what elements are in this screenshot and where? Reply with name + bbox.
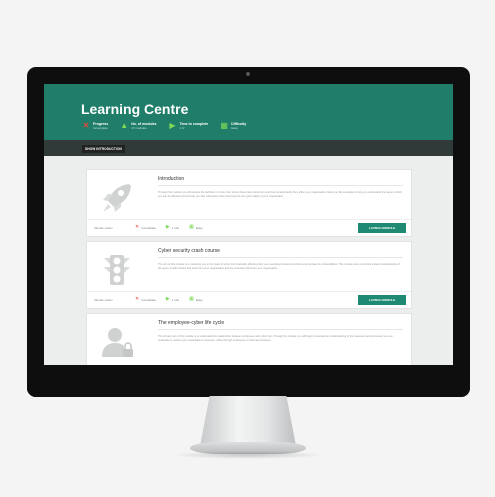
module-footer: Module status ✕ Incomplete ▶ 1 min ▦ Easy L… xyxy=(87,219,411,236)
stats-bar: ✕ Progress Incomplete ▲ No. of modules 1… xyxy=(82,121,247,131)
status-text: Easy xyxy=(195,297,203,302)
module-card: The employee-cyber life cycle The primar… xyxy=(86,313,412,365)
page-header: Learning Centre ✕ Progress Incomplete ▲ … xyxy=(44,84,453,140)
status-text: 1 min xyxy=(171,297,180,302)
module-footer: Module status ✕ Incomplete ▶ 1 min ▦ Easy L… xyxy=(87,291,411,308)
module-status-label: Module status xyxy=(94,298,113,302)
x-icon: ✕ xyxy=(135,224,140,230)
status-difficulty: ▦ Easy xyxy=(189,225,202,230)
difficulty-icon: ▦ xyxy=(189,296,194,302)
status-progress: ✕ Incomplete xyxy=(135,225,156,230)
stand-shadow xyxy=(170,451,326,459)
clock-icon: ▶ xyxy=(169,121,176,130)
divider xyxy=(158,257,403,258)
stat-value: 1 hr xyxy=(179,126,185,130)
show-introduction-button[interactable]: SHOW INTRODUCTION xyxy=(82,145,125,153)
divider xyxy=(158,329,403,330)
divider xyxy=(158,185,403,186)
camera-icon xyxy=(246,72,250,76)
module-title: The employee-cyber life cycle xyxy=(158,320,225,326)
module-title: Cyber security crash course xyxy=(158,248,220,254)
module-description: Through this module you will explore the… xyxy=(158,191,403,198)
status-items: ✕ Incomplete ▶ 1 min ▦ Easy xyxy=(135,297,203,302)
difficulty-icon: ▦ xyxy=(220,121,228,130)
stat-value: Incomplete xyxy=(93,126,108,130)
monitor-chin xyxy=(27,382,470,397)
module-card: Introduction Through this module you wil… xyxy=(86,169,412,237)
status-time: ▶ 1 min xyxy=(166,297,179,302)
difficulty-icon: ▦ xyxy=(189,224,194,230)
monitor-stand xyxy=(200,396,296,446)
module-card: Cyber security crash course The aim of t… xyxy=(86,241,412,309)
traffic-light-icon xyxy=(104,255,130,285)
launch-module-button[interactable]: LAUNCH MODULE xyxy=(358,223,406,233)
status-difficulty: ▦ Easy xyxy=(189,297,202,302)
status-progress: ✕ Incomplete xyxy=(135,297,156,302)
module-description: The aim of this module is to introduce y… xyxy=(158,263,400,270)
status-items: ✕ Incomplete ▶ 1 min ▦ Easy xyxy=(135,225,203,230)
status-text: 1 min xyxy=(171,225,180,230)
x-icon: ✕ xyxy=(135,296,140,302)
page-title: Learning Centre xyxy=(81,101,189,117)
user-lock-icon xyxy=(102,328,133,357)
module-title: Introduction xyxy=(158,176,185,182)
status-text: Easy xyxy=(195,225,203,230)
status-text: Incomplete xyxy=(141,297,156,302)
launch-module-button[interactable]: LAUNCH MODULE xyxy=(358,295,406,305)
module-icon: ▲ xyxy=(120,121,129,130)
monitor-frame: Learning Centre ✕ Progress Incomplete ▲ … xyxy=(27,67,470,397)
x-icon: ✕ xyxy=(82,121,90,130)
sub-navigation: SHOW INTRODUCTION xyxy=(44,140,453,156)
stat-time: ▶ Time to complete 1 hr xyxy=(168,121,208,131)
status-text: Incomplete xyxy=(141,225,156,230)
stat-progress: ✕ Progress Incomplete xyxy=(82,121,109,131)
module-description: The primary aim of this module is to und… xyxy=(158,335,393,342)
stat-value: Easy xyxy=(231,126,238,130)
screen: Learning Centre ✕ Progress Incomplete ▲ … xyxy=(44,84,453,365)
module-status-label: Module status xyxy=(94,226,113,230)
clock-icon: ▶ xyxy=(165,296,170,302)
clock-icon: ▶ xyxy=(165,224,170,230)
stat-difficulty: ▦ Difficulty Easy xyxy=(220,121,246,131)
status-time: ▶ 1 min xyxy=(166,225,179,230)
stat-modules: ▲ No. of modules 17 modules xyxy=(120,121,156,131)
rocket-icon xyxy=(103,184,131,212)
stat-value: 17 modules xyxy=(131,126,147,130)
